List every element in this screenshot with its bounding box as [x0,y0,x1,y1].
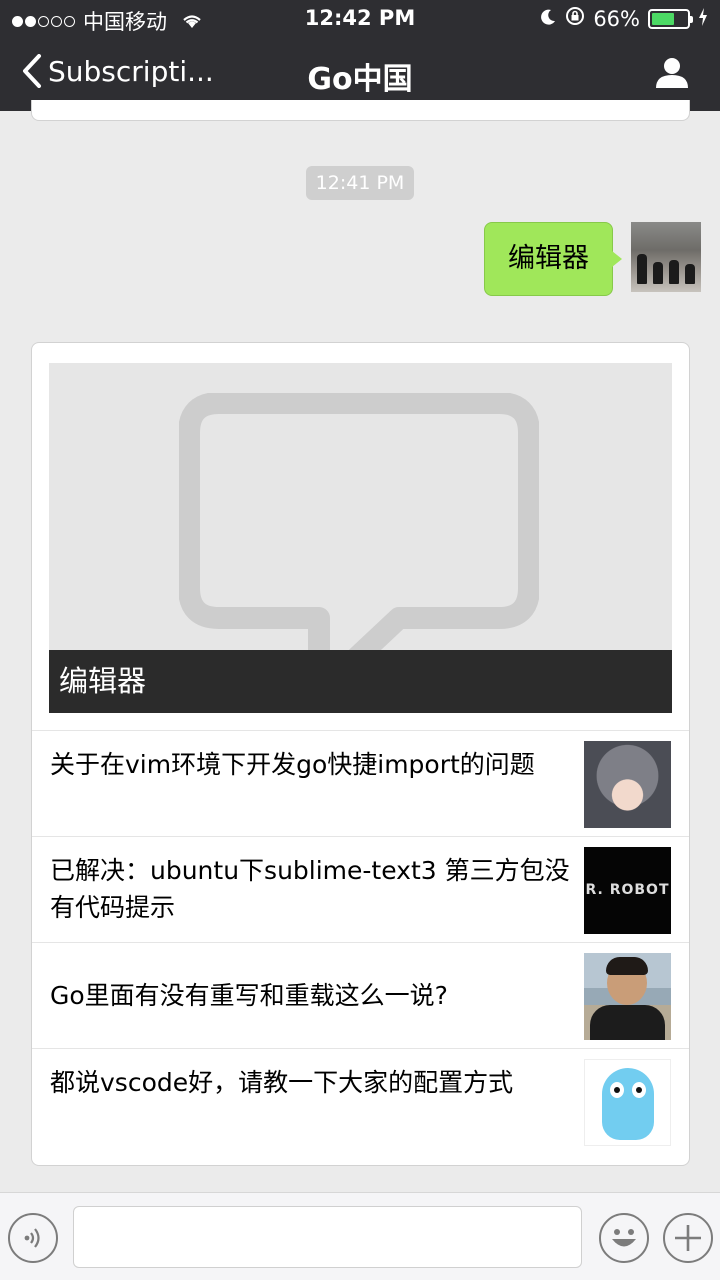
plus-icon [675,1225,701,1251]
rotation-lock-icon [565,6,585,31]
list-item[interactable]: 关于在vim环境下开发go快捷import的问题 [32,730,689,836]
battery-fill [652,12,675,25]
avatar-photo-figure [685,264,695,284]
message-input[interactable] [73,1206,582,1268]
list-item[interactable]: 已解决：ubuntu下sublime-text3 第三方包没有代码提示 R. R… [32,836,689,942]
article-thumbnail [584,741,671,828]
voice-icon [24,1228,40,1248]
article-title: 已解决：ubuntu下sublime-text3 第三方包没有代码提示 [50,856,570,922]
status-right: 66% [539,6,708,31]
battery-percent: 66% [593,6,640,31]
article-thumbnail: R. ROBOT [584,847,671,934]
charging-icon [698,7,708,31]
avatar-photo-figure [637,254,647,284]
article-card: 编辑器 关于在vim环境下开发go快捷import的问题 已解决：ubuntu下… [31,342,690,1166]
message-input-bar [0,1192,720,1280]
list-item[interactable]: Go里面有没有重写和重载这么一说? [32,942,689,1048]
cover-title: 编辑器 [49,650,672,713]
emoji-button[interactable] [599,1213,649,1263]
article-title: Go里面有没有重写和重载这么一说? [50,981,448,1010]
article-title: 都说vscode好，请教一下大家的配置方式 [50,1068,514,1097]
top-bar: 中国移动 12:42 PM 66% Subscripti... Go中国 [0,0,720,111]
previous-article-card[interactable] [31,100,690,121]
article-thumbnail [584,1059,671,1146]
page-title: Go中国 [307,62,413,97]
thumbnail-figure [606,957,648,975]
battery-icon [648,8,693,29]
gopher-eye [610,1082,624,1098]
avatar-photo-figure [653,262,663,284]
status-bar: 中国移动 12:42 PM 66% [0,0,720,36]
list-item[interactable]: 都说vscode好，请教一下大家的配置方式 [32,1048,689,1154]
emoji-icon [612,1229,636,1247]
moon-icon [539,7,557,31]
person-icon [656,58,688,88]
voice-button[interactable] [8,1213,58,1263]
thumbnail-figure [590,1005,665,1040]
gopher-icon [602,1068,654,1140]
more-button[interactable] [663,1213,713,1263]
message-timestamp: 12:41 PM [306,166,414,200]
article-title: 关于在vim环境下开发go快捷import的问题 [50,750,535,779]
article-thumbnail [584,953,671,1040]
avatar-photo-figure [669,260,679,284]
gopher-eye [632,1082,646,1098]
profile-button[interactable] [656,56,688,92]
avatar[interactable] [631,222,701,292]
article-cover[interactable]: 编辑器 [49,363,672,713]
sent-message-bubble[interactable]: 编辑器 [484,222,622,296]
